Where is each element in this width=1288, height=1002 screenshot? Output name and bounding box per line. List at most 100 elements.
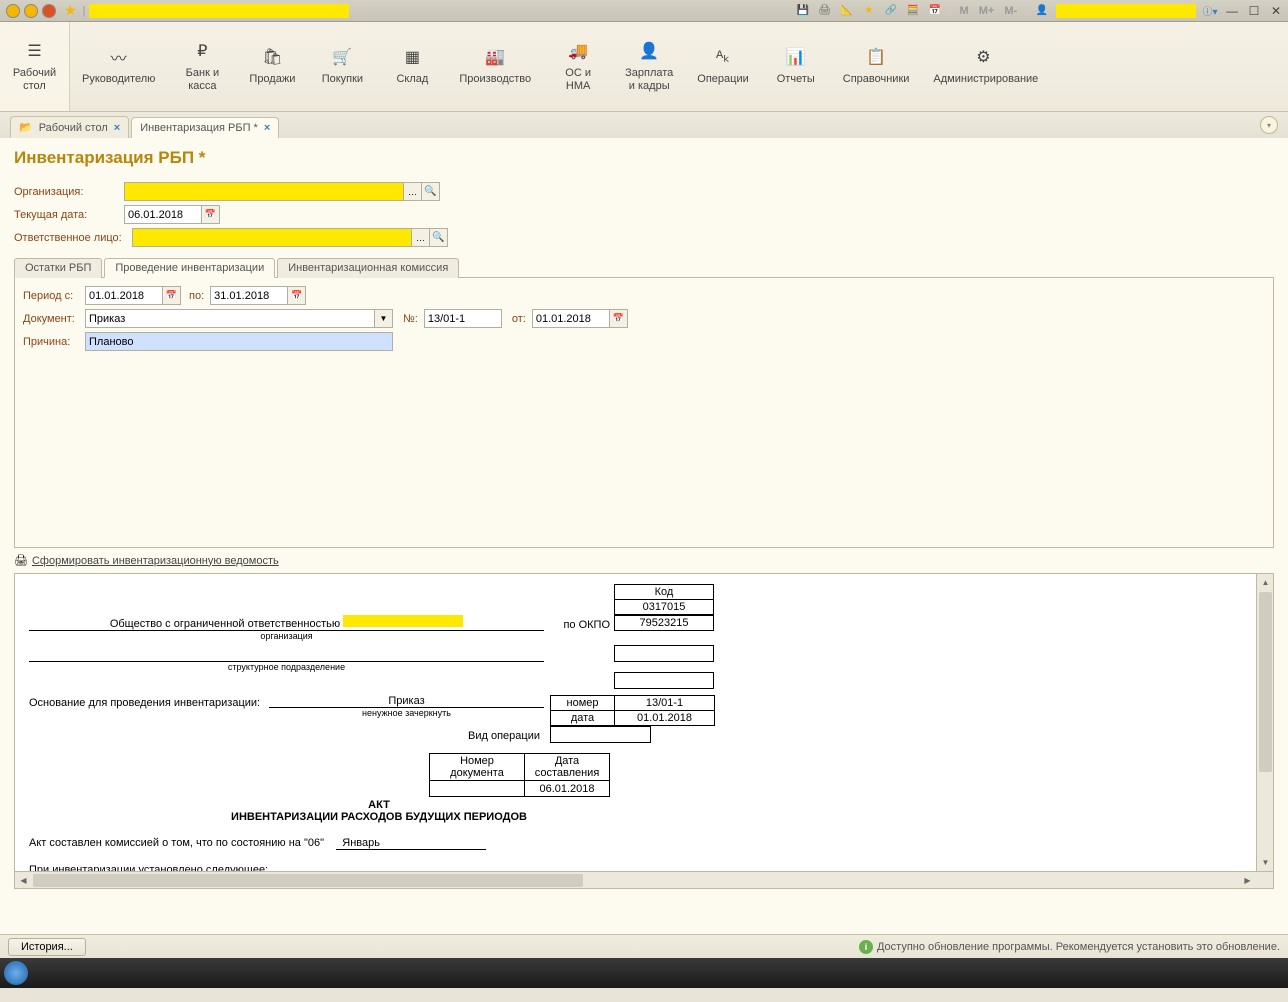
- toolbar-icon: ▦: [402, 47, 422, 67]
- num-input[interactable]: [424, 309, 502, 328]
- toolbar-item-1[interactable]: 〰Руководителю: [70, 22, 167, 111]
- num-label: №:: [403, 313, 418, 325]
- toolbar-icon: 🏭: [485, 47, 505, 67]
- close-icon[interactable]: ×: [114, 122, 120, 134]
- ellipsis-button[interactable]: …: [404, 182, 422, 201]
- toolbar-item-3[interactable]: 🛍 Продажи: [237, 22, 307, 111]
- nav-forward[interactable]: [42, 4, 56, 18]
- toolbar-icon: 📊: [786, 47, 806, 67]
- maximize-button[interactable]: ☐: [1246, 4, 1262, 18]
- docdate: 06.01.2018: [525, 781, 610, 797]
- calendar-icon[interactable]: 📅: [163, 286, 181, 305]
- from-date-input[interactable]: [532, 309, 610, 328]
- curdate-input[interactable]: [124, 205, 202, 224]
- resp-input[interactable]: [132, 228, 412, 247]
- divider: |: [83, 5, 86, 17]
- toolbar-item-4[interactable]: 🛒Покупки: [307, 22, 377, 111]
- mminus-btn[interactable]: M-: [1002, 5, 1019, 17]
- period-from-label: Период с:: [23, 290, 79, 302]
- tab-label: Инвентаризация РБП *: [140, 122, 258, 134]
- m-btn[interactable]: M: [958, 5, 971, 17]
- toolbar-label: Справочники: [843, 73, 910, 86]
- period-from-input[interactable]: [85, 286, 163, 305]
- history-button[interactable]: История...: [8, 938, 86, 956]
- toolbar-item-8[interactable]: 👤Зарплатаи кадры: [613, 22, 685, 111]
- form-code: 0317015: [615, 600, 714, 615]
- org-redacted: [343, 615, 463, 627]
- subtab-balances[interactable]: Остатки РБП: [14, 258, 102, 278]
- star-icon[interactable]: ★: [861, 3, 877, 19]
- print-icon: 🖨: [14, 554, 28, 567]
- sub-tabs: Остатки РБП Проведение инвентаризации Ин…: [14, 257, 1274, 278]
- commission-text: Акт составлен комиссией о том, что по со…: [29, 837, 324, 849]
- start-button[interactable]: [4, 961, 28, 985]
- toolbar-item-12[interactable]: ⚙Администрирование: [921, 22, 1045, 111]
- toolbar-icon: 📋: [866, 47, 886, 67]
- calendar-icon[interactable]: 📅: [927, 3, 943, 19]
- dropdown-icon[interactable]: ▼: [375, 309, 393, 328]
- vertical-scrollbar[interactable]: ▲ ▼: [1256, 574, 1273, 871]
- toolbar-label: Продажи: [249, 73, 295, 86]
- rpt-num: 13/01-1: [615, 696, 715, 711]
- toolbar-item-10[interactable]: 📊 Отчеты: [761, 22, 831, 111]
- toolbar-icon: 🛍: [262, 47, 282, 67]
- reason-input[interactable]: [85, 332, 393, 351]
- org-label: Организация:: [14, 186, 124, 198]
- nav-back[interactable]: [24, 4, 38, 18]
- toolbar-label: Руководителю: [82, 73, 155, 86]
- org-text: Общество с ограниченной ответственностью: [110, 618, 340, 630]
- toolbar-item-2[interactable]: ₽Банк икасса: [167, 22, 237, 111]
- subtab-commission[interactable]: Инвентаризационная комиссия: [277, 258, 459, 278]
- subtab-content: Период с: 📅 по: 📅 Документ: ▼ №: от:: [14, 278, 1274, 548]
- toolbar-icon: 🚚: [568, 41, 588, 61]
- calendar-icon[interactable]: 📅: [202, 205, 220, 224]
- status-message: i Доступно обновление программы. Рекомен…: [859, 940, 1280, 954]
- rpt-num-label: номер: [551, 696, 615, 711]
- toolbar-icon: 🛒: [332, 47, 352, 67]
- month: Январь: [336, 837, 486, 850]
- period-to-input[interactable]: [210, 286, 288, 305]
- close-button[interactable]: ✕: [1268, 4, 1284, 18]
- collapse-button[interactable]: ▾: [1260, 116, 1278, 134]
- search-icon[interactable]: 🔍: [430, 228, 448, 247]
- toolbar-item-5[interactable]: ▦Склад: [377, 22, 447, 111]
- main-toolbar: ☰Рабочийстол〰Руководителю₽Банк икасса 🛍 Пр…: [0, 22, 1288, 112]
- toolbar-item-9[interactable]: ᴬₖОперации: [685, 22, 760, 111]
- horizontal-scrollbar[interactable]: ◀ ▶: [15, 871, 1273, 888]
- tab-desktop[interactable]: 📂 Рабочий стол ×: [10, 116, 129, 138]
- calendar-icon[interactable]: 📅: [610, 309, 628, 328]
- toolbar-item-6[interactable]: 🏭Производство: [447, 22, 543, 111]
- calendar-icon[interactable]: 📅: [288, 286, 306, 305]
- subtab-inventory[interactable]: Проведение инвентаризации: [104, 258, 275, 278]
- curdate-label: Текущая дата:: [14, 209, 124, 221]
- window-title-redacted: [89, 4, 349, 18]
- search-icon[interactable]: 🔍: [422, 182, 440, 201]
- save-icon[interactable]: 💾: [795, 3, 811, 19]
- org-input[interactable]: [124, 182, 404, 201]
- report-preview: Код 0317015 Общество с ограниченной отве…: [14, 573, 1274, 889]
- minimize-button[interactable]: —: [1224, 4, 1240, 18]
- info-icon: i: [859, 940, 873, 954]
- print-icon[interactable]: 🖨: [817, 3, 833, 19]
- struct-caption: структурное подразделение: [29, 662, 544, 672]
- toolbar-label: Отчеты: [777, 73, 815, 86]
- divider: |: [949, 5, 952, 17]
- act-label: АКТ: [29, 799, 729, 811]
- toolbar-item-11[interactable]: 📋 Справочники: [831, 22, 922, 111]
- ellipsis-button[interactable]: …: [412, 228, 430, 247]
- link-icon[interactable]: 🔗: [883, 3, 899, 19]
- org-caption: организация: [29, 631, 544, 641]
- generate-report-link[interactable]: 🖨 Сформировать инвентаризационную ведомо…: [14, 554, 1274, 567]
- doc-input[interactable]: [85, 309, 375, 328]
- info-icon[interactable]: ⓘ▾: [1202, 3, 1218, 19]
- favorite-icon[interactable]: ★: [64, 2, 77, 19]
- mplus-btn[interactable]: M+: [977, 5, 997, 17]
- calc-icon[interactable]: 🧮: [905, 3, 921, 19]
- toolbar-item-7[interactable]: 🚚ОС иНМА: [543, 22, 613, 111]
- tab-inventory[interactable]: Инвентаризация РБП * ×: [131, 117, 279, 138]
- toolbar-item-0[interactable]: ☰Рабочийстол: [0, 22, 70, 111]
- rpt-date-label: дата: [551, 711, 615, 726]
- tool-icon[interactable]: 📐: [839, 3, 855, 19]
- docdate-label: Дата составления: [525, 754, 610, 781]
- close-icon[interactable]: ×: [264, 122, 270, 134]
